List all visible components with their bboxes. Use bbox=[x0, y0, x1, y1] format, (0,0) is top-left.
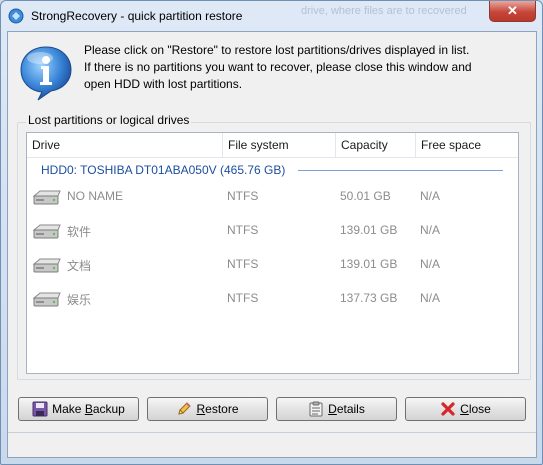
make-backup-button[interactable]: Make Backup bbox=[18, 397, 139, 421]
instruction-message: Please click on "Restore" to restore los… bbox=[84, 43, 472, 91]
close-button[interactable]: Close bbox=[405, 397, 526, 421]
restore-button[interactable]: Restore bbox=[147, 397, 268, 421]
title-bar[interactable]: StrongRecovery - quick partition restore… bbox=[1, 1, 542, 31]
hard-drive-icon bbox=[32, 224, 61, 239]
partition-file-system: NTFS bbox=[227, 223, 259, 237]
disk-group-label[interactable]: HDD0: TOSHIBA DT01ABA050V (465.76 GB) bbox=[41, 163, 285, 177]
partition-file-system: NTFS bbox=[227, 257, 259, 271]
partition-name: 软件 bbox=[67, 225, 92, 239]
partition-name: 娱乐 bbox=[67, 293, 92, 307]
partition-free-space: N/A bbox=[420, 291, 441, 305]
partition-capacity: 50.01 GB bbox=[340, 189, 391, 203]
red-x-icon bbox=[441, 402, 455, 416]
partition-capacity: 137.73 GB bbox=[340, 291, 398, 305]
partition-list[interactable]: Drive File system Capacity Free space HD… bbox=[26, 132, 519, 374]
partition-free-space: N/A bbox=[420, 257, 441, 271]
button-label-rest: etails bbox=[336, 402, 365, 416]
partition-name: 文档 bbox=[67, 259, 92, 273]
partition-file-system: NTFS bbox=[227, 291, 259, 305]
column-header-free-space[interactable]: Free space bbox=[416, 133, 518, 157]
dialog-window: StrongRecovery - quick partition restore… bbox=[0, 0, 543, 465]
column-header-file-system[interactable]: File system bbox=[223, 133, 336, 157]
hard-drive-icon bbox=[32, 292, 61, 307]
group-divider bbox=[298, 170, 503, 171]
background-window-text: drive, where files are to recovered bbox=[301, 5, 467, 17]
column-header-drive[interactable]: Drive bbox=[27, 133, 223, 157]
list-header: Drive File system Capacity Free space bbox=[27, 133, 518, 158]
window-title: StrongRecovery - quick partition restore bbox=[31, 9, 243, 23]
floppy-disk-icon bbox=[32, 401, 48, 417]
close-icon: ✕ bbox=[507, 3, 518, 18]
column-header-capacity[interactable]: Capacity bbox=[336, 133, 416, 157]
window-close-button[interactable]: ✕ bbox=[489, 1, 536, 22]
accelerator-key: D bbox=[328, 402, 337, 416]
group-label: Lost partitions or logical drives bbox=[26, 113, 192, 127]
button-label-rest: estore bbox=[205, 402, 239, 416]
partition-row[interactable]: NO NAME NTFS 50.01 GB N/A bbox=[27, 185, 518, 209]
button-label-prefix: Make bbox=[52, 402, 85, 416]
hard-drive-icon bbox=[32, 258, 61, 273]
partition-free-space: N/A bbox=[420, 189, 441, 203]
partition-capacity: 139.01 GB bbox=[340, 257, 398, 271]
button-label-rest: ackup bbox=[92, 402, 125, 416]
partition-name: NO NAME bbox=[67, 189, 124, 203]
accelerator-key: R bbox=[196, 402, 206, 416]
partition-capacity: 139.01 GB bbox=[340, 223, 398, 237]
status-bar bbox=[8, 433, 536, 457]
accelerator-key: B bbox=[84, 402, 93, 416]
pencil-icon bbox=[178, 402, 192, 415]
accelerator-key: C bbox=[460, 402, 469, 416]
partition-row[interactable]: 文档 NTFS 139.01 GB N/A bbox=[27, 253, 518, 277]
hard-drive-icon bbox=[32, 190, 61, 205]
button-label-rest: lose bbox=[468, 402, 491, 416]
partition-free-space: N/A bbox=[420, 223, 441, 237]
partition-file-system: NTFS bbox=[227, 189, 259, 203]
partition-row[interactable]: 软件 NTFS 139.01 GB N/A bbox=[27, 219, 518, 243]
dialog-client-area: Please click on "Restore" to restore los… bbox=[7, 31, 537, 458]
partition-row[interactable]: 娱乐 NTFS 137.73 GB N/A bbox=[27, 287, 518, 311]
info-icon bbox=[20, 46, 72, 101]
clipboard-icon bbox=[309, 401, 323, 417]
app-icon bbox=[8, 8, 24, 24]
details-button[interactable]: Details bbox=[276, 397, 397, 421]
